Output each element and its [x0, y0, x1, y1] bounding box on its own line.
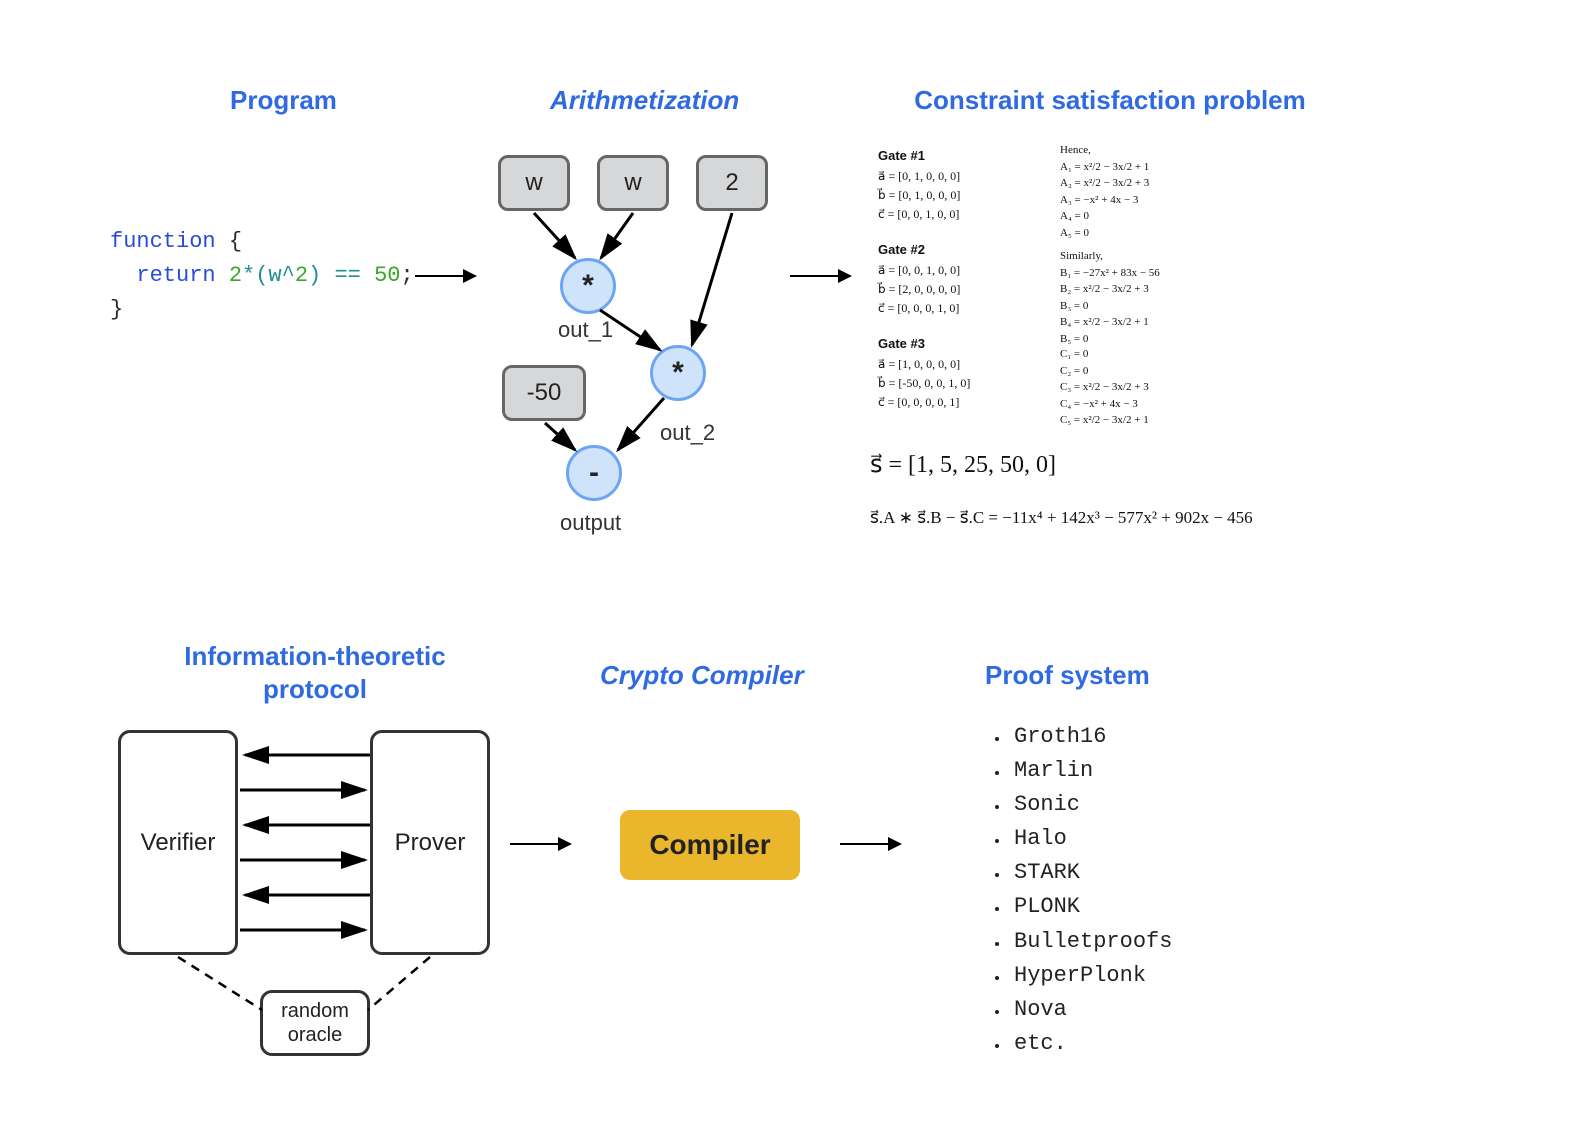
compiler-box: Compiler	[620, 810, 800, 880]
proof-item: STARK	[995, 856, 1172, 890]
csp-B-polys: Similarly, B₁ = −27x² + 83x − 56 B₂ = x²…	[1060, 248, 1160, 347]
input-box-2: 2	[696, 155, 768, 211]
csp-C-polys: C₁ = 0 C₂ = 0 C₃ = x²/2 − 3x/2 + 3 C₄ = …	[1060, 346, 1149, 429]
arrow-program-to-arith	[415, 275, 475, 277]
protocol-edges	[0, 0, 1586, 1122]
proof-item: etc.	[995, 1027, 1172, 1061]
arrow-arith-to-csp	[790, 275, 850, 277]
lit-50: 50	[374, 263, 400, 288]
title-crypto-compiler: Crypto Compiler	[600, 660, 804, 691]
proof-system-list: Groth16 Marlin Sonic Halo STARK PLONK Bu…	[995, 720, 1172, 1061]
arrow-compiler-to-proofs	[840, 843, 900, 845]
input-box-w2: w	[597, 155, 669, 211]
title-program: Program	[230, 85, 337, 116]
expr-a: *(w^	[242, 263, 295, 288]
label-out1: out_1	[558, 317, 613, 343]
kw-function: function	[110, 229, 216, 254]
kw-return: return	[110, 263, 229, 288]
csp-A-polys: Hence, A₁ = x²/2 − 3x/2 + 1 A₂ = x²/2 − …	[1060, 142, 1149, 241]
proof-item: Halo	[995, 822, 1172, 856]
semicolon: ;	[400, 263, 413, 288]
label-output: output	[560, 510, 621, 536]
csp-gate3: Gate #3 a⃗ = [1, 0, 0, 0, 0] b⃗ = [-50, …	[878, 334, 970, 412]
brace-close: }	[110, 297, 123, 322]
input-box-neg50: -50	[502, 365, 586, 421]
proof-item: Bulletproofs	[995, 925, 1172, 959]
proof-item: PLONK	[995, 890, 1172, 924]
title-proof-system: Proof system	[985, 660, 1150, 691]
title-csp: Constraint satisfaction problem	[860, 85, 1360, 116]
label-out2: out_2	[660, 420, 715, 446]
code-block: function { return 2*(w^2) == 50; }	[110, 225, 414, 327]
lit-2b: 2	[295, 263, 308, 288]
gate-sub: -	[566, 445, 622, 501]
prover-box: Prover	[370, 730, 490, 955]
proof-item: Nova	[995, 993, 1172, 1027]
csp-s-vector: s⃗ = [1, 5, 25, 50, 0]	[870, 450, 1056, 479]
proof-item: Marlin	[995, 754, 1172, 788]
proof-item: HyperPlonk	[995, 959, 1172, 993]
input-box-w1: w	[498, 155, 570, 211]
verifier-box: Verifier	[118, 730, 238, 955]
csp-gate2: Gate #2 a⃗ = [0, 0, 1, 0, 0] b⃗ = [2, 0,…	[878, 240, 960, 318]
lit-2a: 2	[229, 263, 242, 288]
circuit-edges	[0, 0, 1586, 1122]
csp-polynomial: s⃗.A ∗ s⃗.B − s⃗.C = −11x⁴ + 142x³ − 577…	[870, 508, 1253, 528]
proof-item: Groth16	[995, 720, 1172, 754]
title-arithmetization: Arithmetization	[550, 85, 739, 116]
proof-item: Sonic	[995, 788, 1172, 822]
random-oracle-box: randomoracle	[260, 990, 370, 1056]
arrow-itp-to-compiler	[510, 843, 570, 845]
brace-open: {	[216, 229, 242, 254]
gate-mul-2: *	[650, 345, 706, 401]
csp-gate1: Gate #1 a⃗ = [0, 1, 0, 0, 0] b⃗ = [0, 1,…	[878, 146, 960, 224]
expr-b: ) ==	[308, 263, 374, 288]
title-itp: Information-theoreticprotocol	[155, 640, 475, 705]
gate-mul-1: *	[560, 258, 616, 314]
